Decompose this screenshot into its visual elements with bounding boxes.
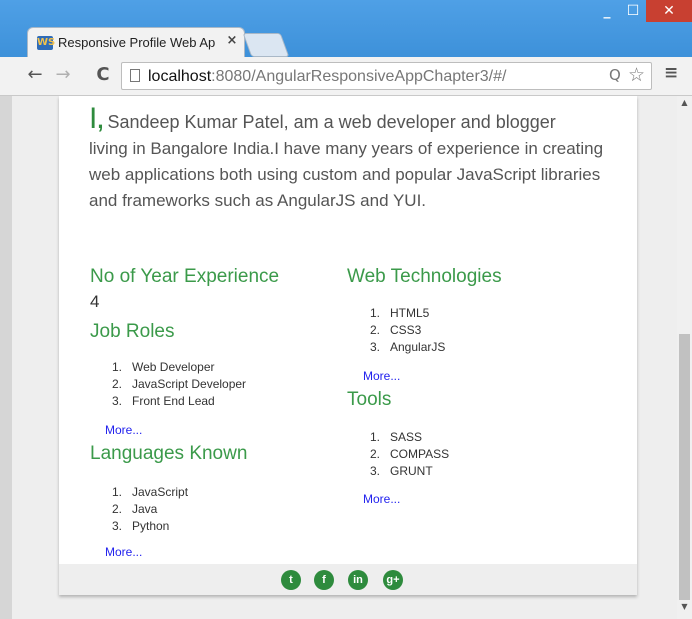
reload-icon[interactable]: C <box>92 63 114 87</box>
list-item: 3. Front End Lead <box>112 394 215 408</box>
browser-window: WS Responsive Profile Web Ap × _ ☐ ✕ ← →… <box>0 0 692 619</box>
profile-card: I, Sandeep Kumar Patel, am a web develope… <box>59 96 637 595</box>
list-item: 1. Web Developer <box>112 360 215 374</box>
list-item: 2. JavaScript Developer <box>112 377 247 391</box>
list-item: 2. COMPASS <box>370 447 450 461</box>
list-item: 2. CSS3 <box>370 323 422 337</box>
facebook-icon[interactable]: f <box>314 570 334 590</box>
url-text[interactable]: localhost:8080/AngularResponsiveAppChapt… <box>148 68 506 86</box>
intro-first-line: Sandeep Kumar Patel, am a web developer … <box>107 112 556 132</box>
linkedin-icon[interactable]: in <box>348 570 368 590</box>
browser-toolbar: ← → C localhost:8080/AngularResponsiveAp… <box>0 57 692 96</box>
social-footer: t f in g+ <box>59 564 637 595</box>
languages-more-link[interactable]: More... <box>105 545 142 559</box>
scroll-up-arrow-icon[interactable]: ▲ <box>677 98 692 112</box>
bookmark-star-icon[interactable]: ☆ <box>628 64 645 86</box>
intro-rest: living in Bangalore India.I have many ye… <box>89 139 604 210</box>
list-item: 1. JavaScript <box>112 485 189 499</box>
twitter-icon[interactable]: t <box>281 570 301 590</box>
menu-icon[interactable]: ≡ <box>664 63 678 83</box>
intro-text: I, Sandeep Kumar Patel, am a web develope… <box>89 102 604 214</box>
web-tech-list: 1. HTML5 2. CSS3 3. AngularJS <box>370 305 445 356</box>
list-item: 3. Python <box>112 519 170 533</box>
tools-heading: Tools <box>347 389 392 410</box>
web-tech-heading: Web Technologies <box>347 266 502 287</box>
list-item: 1. SASS <box>370 430 423 444</box>
maximize-button[interactable]: ☐ <box>620 0 646 22</box>
web-tech-more-link[interactable]: More... <box>363 369 400 383</box>
minimize-button[interactable]: _ <box>594 0 620 22</box>
title-bar: WS Responsive Profile Web Ap × _ ☐ ✕ <box>0 0 692 64</box>
google-plus-icon[interactable]: g+ <box>383 570 403 590</box>
url-host: localhost <box>148 68 212 85</box>
close-window-button[interactable]: ✕ <box>646 0 692 22</box>
page-icon <box>130 69 140 82</box>
job-roles-heading: Job Roles <box>90 321 175 342</box>
tab-title: Responsive Profile Web Ap <box>58 35 216 50</box>
scroll-thumb[interactable] <box>679 334 690 600</box>
address-bar[interactable]: localhost:8080/AngularResponsiveAppChapt… <box>121 62 652 90</box>
tools-more-link[interactable]: More... <box>363 492 400 506</box>
new-tab-button[interactable] <box>242 33 290 57</box>
languages-heading: Languages Known <box>90 443 248 464</box>
experience-value: 4 <box>90 292 100 311</box>
job-roles-list: 1. Web Developer 2. JavaScript Developer 3… <box>112 359 246 410</box>
vertical-scrollbar[interactable]: ▲ ▼ <box>677 96 692 619</box>
forward-arrow-icon[interactable]: → <box>52 63 74 87</box>
url-path: :8080/AngularResponsiveAppChapter3/#/ <box>211 68 507 85</box>
list-item: 1. HTML5 <box>370 306 430 320</box>
scroll-down-arrow-icon[interactable]: ▼ <box>677 602 692 616</box>
experience-heading: No of Year Experience <box>90 266 280 287</box>
tab-close-icon[interactable]: × <box>225 33 239 49</box>
languages-list: 1. JavaScript 2. Java 3. Python <box>112 484 188 535</box>
list-item: 2. Java <box>112 502 158 516</box>
page-viewport: I, Sandeep Kumar Patel, am a web develope… <box>12 96 677 619</box>
back-arrow-icon[interactable]: ← <box>24 63 46 87</box>
zoom-icon[interactable]: Q <box>609 66 621 84</box>
list-item: 3. AngularJS <box>370 340 446 354</box>
intro-comma: , <box>97 108 104 133</box>
browser-tab[interactable]: WS Responsive Profile Web Ap × <box>27 27 245 57</box>
site-favicon-icon: WS <box>37 36 56 50</box>
tools-list: 1. SASS 2. COMPASS 3. GRUNT <box>370 429 449 480</box>
job-roles-more-link[interactable]: More... <box>105 423 142 437</box>
list-item: 3. GRUNT <box>370 464 433 478</box>
